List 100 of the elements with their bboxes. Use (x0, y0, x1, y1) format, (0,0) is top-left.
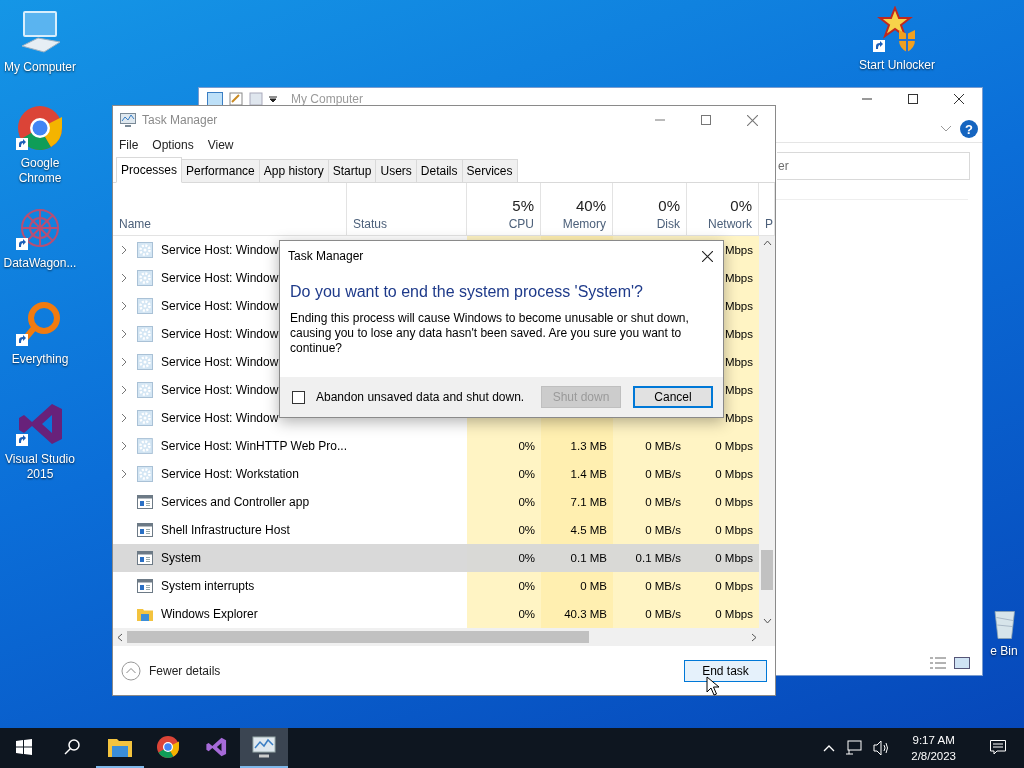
process-name: Services and Controller app (161, 495, 310, 509)
process-row[interactable]: System interrupts 0% 0 MB 0 MB/s 0 Mbps (113, 572, 759, 600)
table-cell: 0 Mbps (687, 516, 759, 544)
column-header[interactable]: Status (347, 183, 467, 235)
column-label: Network (708, 217, 752, 231)
table-cell: 7.1 MB (541, 488, 613, 516)
gear-icon (137, 326, 153, 342)
column-percent: 0% (730, 197, 752, 214)
taskbar-app[interactable] (240, 728, 288, 768)
properties-icon[interactable] (229, 92, 243, 106)
large-icons-view-icon[interactable] (954, 657, 970, 669)
table-cell: 0 Mbps (687, 600, 759, 628)
search-icon (64, 739, 80, 755)
help-button[interactable]: ? (960, 120, 978, 138)
chevron-right-icon[interactable] (121, 329, 127, 339)
desktop-icon-label[interactable]: Visual Studio 2015 (0, 452, 80, 482)
clock[interactable]: 9:17 AM 2/8/2023 (901, 732, 966, 764)
search-field[interactable]: er (777, 152, 970, 180)
horizontal-scrollbar[interactable] (113, 628, 775, 646)
desktop-icon-label[interactable]: e Bin (990, 644, 1018, 659)
process-row[interactable]: Services and Controller app 0% 7.1 MB 0 MB/s 0 Mbps (113, 488, 759, 516)
process-row[interactable]: Shell Infrastructure Host 0% 4.5 MB 0 MB/s 0 Mbps (113, 516, 759, 544)
dropdown-icon[interactable] (269, 95, 277, 103)
chevron-right-icon[interactable] (121, 357, 127, 367)
tab[interactable]: Details (415, 159, 463, 182)
table-cell: 0 MB/s (613, 600, 687, 628)
tab[interactable]: Users (375, 159, 417, 182)
gear-icon (137, 270, 153, 286)
fewer-details-button[interactable]: Fewer details (121, 660, 221, 681)
column-header[interactable]: Name (113, 183, 347, 235)
dialog-button[interactable]: Cancel (633, 386, 713, 408)
chevron-right-icon[interactable] (121, 441, 127, 451)
table-cell: 40.3 MB (541, 600, 613, 628)
chevron-right-icon[interactable] (121, 469, 127, 479)
chevron-right-icon[interactable] (121, 385, 127, 395)
process-name: Service Host: Window (161, 271, 279, 285)
message-icon (990, 739, 1006, 755)
table-cell: 1.4 MB (541, 460, 613, 488)
checkbox[interactable] (292, 390, 305, 404)
close-icon[interactable] (954, 94, 964, 104)
window-toolbar-icon[interactable] (207, 92, 223, 106)
desktop-icon-label[interactable]: Google Chrome (0, 156, 80, 186)
chevron-right-icon[interactable] (121, 301, 127, 311)
tab[interactable]: App history (258, 159, 329, 182)
chevron-right-icon[interactable] (121, 413, 127, 423)
process-name: Service Host: Window (161, 355, 279, 369)
scroll-right-icon[interactable] (751, 632, 757, 642)
column-label: P (765, 217, 773, 231)
column-header[interactable]: P (759, 183, 775, 235)
vertical-scrollbar[interactable] (759, 236, 775, 628)
process-row[interactable]: Windows Explorer 0% 40.3 MB 0 MB/s 0 Mbps (113, 600, 759, 628)
monitor-icon (120, 113, 136, 127)
scroll-left-icon[interactable] (117, 632, 123, 642)
menu-item[interactable]: File (119, 138, 139, 152)
table-cell: 0 MB/s (613, 516, 687, 544)
close-icon[interactable] (702, 250, 713, 262)
table-cell: 1.3 MB (541, 432, 613, 460)
maximize-icon[interactable] (908, 94, 918, 104)
process-row[interactable]: Service Host: Workstation 0% 1.4 MB 0 MB/s 0 Mbps (113, 460, 759, 488)
chevron-right-icon[interactable] (121, 273, 127, 283)
network-icon[interactable] (845, 740, 864, 756)
monitor-icon (252, 736, 276, 758)
desktop-icon-label[interactable]: Everything (11, 352, 69, 367)
column-percent: 0% (658, 197, 680, 214)
menu-item[interactable]: Options (152, 138, 194, 152)
process-name: Service Host: Window (161, 243, 279, 257)
desktop-icon-label[interactable]: DataWagon... (3, 256, 77, 271)
tab[interactable]: Processes (116, 157, 183, 183)
scrollbar-thumb[interactable] (127, 631, 589, 643)
scrollbar-thumb[interactable] (761, 550, 773, 590)
end-task-button[interactable]: End task (684, 659, 767, 682)
date-text: 2/8/2023 (911, 749, 956, 764)
table-cell: 0 MB (541, 572, 613, 600)
window-title: Task Manager (142, 113, 218, 127)
column-header[interactable]: 0% Network (687, 183, 759, 235)
process-row[interactable]: System 0% 0.1 MB 0.1 MB/s 0 Mbps (113, 544, 759, 572)
tab[interactable]: Performance (181, 159, 260, 182)
column-header[interactable]: 5% CPU (467, 183, 541, 235)
chevron-right-icon[interactable] (121, 245, 127, 255)
process-name: Service Host: Window (161, 327, 279, 341)
process-row[interactable]: Service Host: WinHTTP Web Pro... 0% 1.3 MB 0 MB/s 0 Mbps (113, 432, 759, 460)
scroll-down-icon[interactable] (762, 618, 772, 624)
tab[interactable]: Startup (327, 159, 377, 182)
table-cell: 0% (467, 572, 541, 600)
tab[interactable]: Services (461, 159, 518, 182)
table-cell: 0 Mbps (687, 432, 759, 460)
checkbox-label[interactable]: Abandon unsaved data and shut down. (316, 390, 525, 404)
column-header[interactable]: 0% Disk (613, 183, 687, 235)
column-header[interactable]: 40% Memory (541, 183, 613, 235)
table-cell: 0 Mbps (687, 460, 759, 488)
chrome-icon (156, 735, 180, 759)
process-name: Service Host: Window (161, 299, 279, 313)
window-icon (137, 495, 153, 509)
process-name: Windows Explorer (161, 607, 258, 621)
chevron-down-icon[interactable] (940, 125, 952, 133)
scroll-up-icon[interactable] (762, 240, 772, 246)
menu-item[interactable]: View (207, 138, 234, 152)
desktop-icon-label[interactable]: Start Unlocker (859, 58, 935, 73)
column-label: Memory (562, 217, 606, 231)
caret-up-icon[interactable] (823, 744, 836, 752)
